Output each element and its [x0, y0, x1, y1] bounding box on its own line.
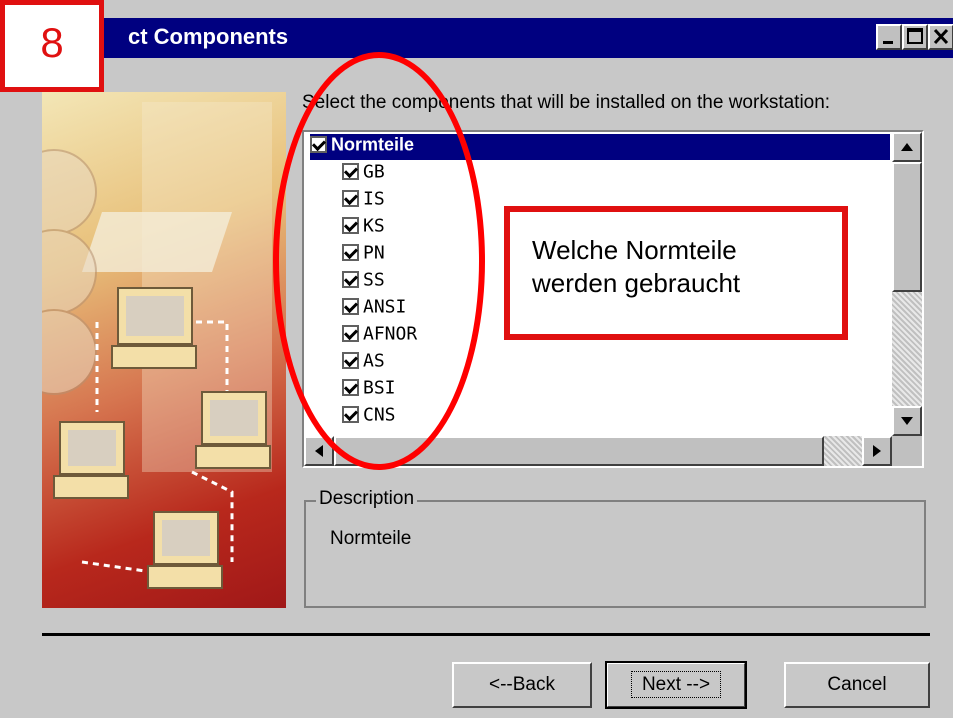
scroll-down-icon [901, 417, 913, 425]
scroll-down-button[interactable] [892, 406, 922, 436]
title-bar[interactable]: ct Components [0, 18, 953, 58]
scrollbar-corner [892, 436, 922, 466]
component-row[interactable]: SS [342, 269, 385, 295]
component-label: CNS [363, 404, 396, 426]
component-row[interactable]: PN [342, 242, 385, 268]
vertical-scroll-thumb[interactable] [892, 162, 922, 292]
scroll-up-icon [901, 143, 913, 151]
component-row[interactable]: AFNOR [342, 323, 417, 349]
description-text: Normteile [330, 528, 412, 549]
component-label: GB [363, 161, 385, 183]
component-row[interactable]: GB [342, 161, 385, 187]
close-icon [933, 28, 949, 45]
description-legend: Description [316, 488, 418, 510]
component-label: BSI [363, 377, 396, 399]
component-label: Normteile [331, 134, 415, 155]
next-button[interactable]: Next --> [605, 661, 747, 709]
component-label: SS [363, 269, 385, 291]
step-number-badge: 8 [0, 0, 104, 92]
component-label: PN [363, 242, 385, 264]
checkbox-checked-icon[interactable] [342, 298, 359, 316]
callout-text: Welche Normteile werden gebraucht [532, 235, 741, 298]
instruction-text: Select the components that will be insta… [302, 92, 831, 113]
close-button[interactable] [928, 24, 953, 50]
checkbox-checked-icon[interactable] [342, 271, 359, 289]
scroll-right-icon [873, 445, 881, 457]
checkbox-checked-icon[interactable] [342, 244, 359, 262]
horizontal-scrollbar[interactable] [304, 436, 892, 466]
minimize-icon [883, 41, 893, 44]
checkbox-checked-icon[interactable] [310, 136, 327, 154]
component-row[interactable]: AS [342, 350, 385, 376]
scroll-left-icon [315, 445, 323, 457]
description-group: Description Normteile [304, 488, 926, 608]
scroll-left-button[interactable] [304, 436, 334, 466]
step-number: 8 [40, 19, 64, 66]
component-row[interactable]: CNS [342, 404, 396, 430]
checkbox-checked-icon[interactable] [342, 163, 359, 181]
checkbox-checked-icon[interactable] [342, 352, 359, 370]
component-label: AS [363, 350, 385, 372]
scroll-up-button[interactable] [892, 132, 922, 162]
component-label: KS [363, 215, 385, 237]
setup-dialog: ct Components Select the components that… [0, 0, 953, 718]
component-label: IS [363, 188, 385, 210]
back-button[interactable]: <--Back [452, 662, 592, 708]
window-title: ct Components [128, 24, 289, 49]
cancel-button[interactable]: Cancel [784, 662, 930, 708]
maximize-icon [907, 28, 923, 44]
component-row[interactable]: BSI [342, 377, 396, 403]
vertical-scrollbar[interactable] [892, 132, 922, 436]
component-row[interactable]: ANSI [342, 296, 406, 322]
installer-illustration [42, 92, 286, 608]
checkbox-checked-icon[interactable] [342, 406, 359, 424]
next-button-label: Next --> [630, 671, 722, 698]
checkbox-checked-icon[interactable] [342, 379, 359, 397]
checkbox-checked-icon[interactable] [342, 190, 359, 208]
maximize-button[interactable] [902, 24, 928, 50]
component-row[interactable]: IS [342, 188, 385, 214]
horizontal-scroll-thumb[interactable] [334, 436, 824, 466]
checkbox-checked-icon[interactable] [342, 325, 359, 343]
component-label: ANSI [363, 296, 407, 318]
checkbox-checked-icon[interactable] [342, 217, 359, 235]
annotation-callout: Welche Normteile werden gebraucht [504, 206, 848, 340]
component-row-selected[interactable]: Normteile [310, 134, 890, 160]
component-label: AFNOR [363, 323, 418, 345]
minimize-button[interactable] [876, 24, 902, 50]
scroll-right-button[interactable] [862, 436, 892, 466]
separator-line [42, 633, 930, 636]
component-row[interactable]: KS [342, 215, 385, 241]
